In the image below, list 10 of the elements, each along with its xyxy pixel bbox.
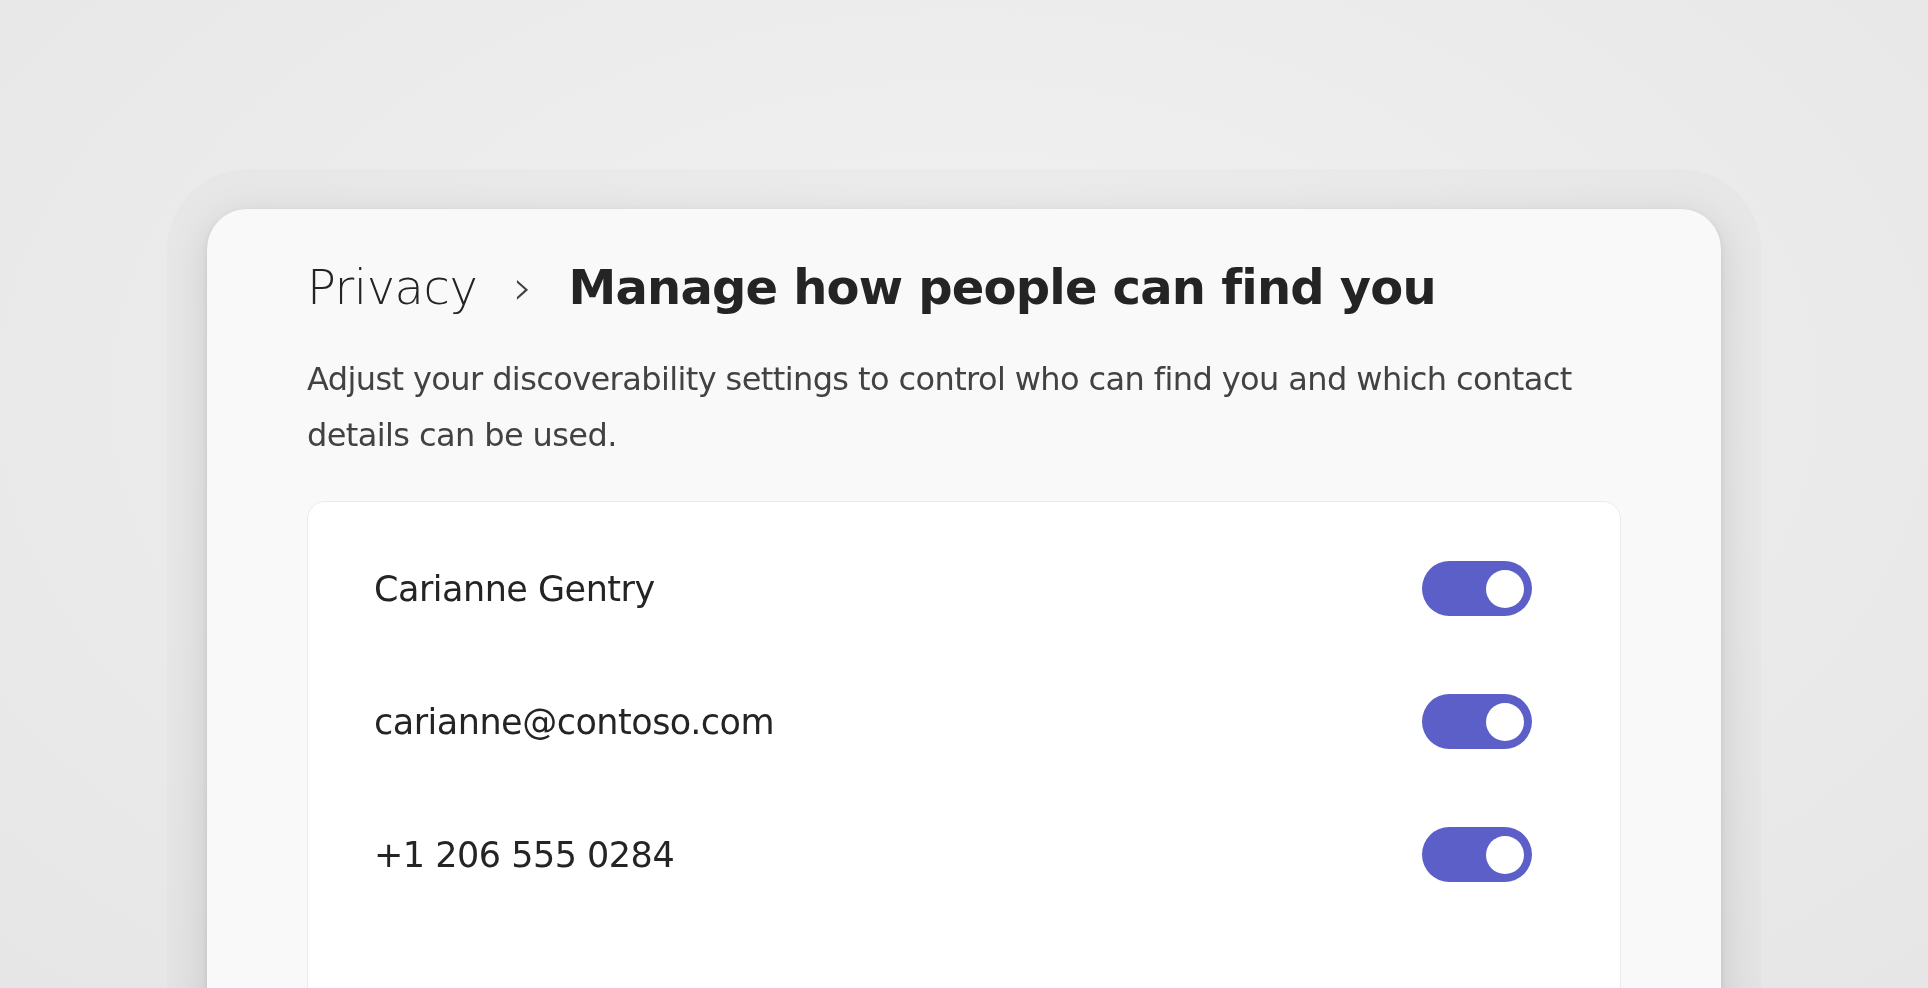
setting-label: Carianne Gentry xyxy=(374,568,655,609)
setting-label: +1 206 555 0284 xyxy=(374,834,675,875)
description-text: Adjust your discoverability settings to control who can find you and which contact details can be used. xyxy=(307,359,1573,456)
page-title: Manage how people can find you xyxy=(568,259,1436,315)
toggle-switch[interactable] xyxy=(1422,827,1532,882)
toggle-switch[interactable] xyxy=(1422,561,1532,616)
breadcrumb-separator: › xyxy=(513,259,533,315)
breadcrumb-link[interactable]: Privacy xyxy=(307,259,478,315)
toggle-switch[interactable] xyxy=(1422,694,1532,749)
setting-label: carianne@contoso.com xyxy=(374,701,775,742)
